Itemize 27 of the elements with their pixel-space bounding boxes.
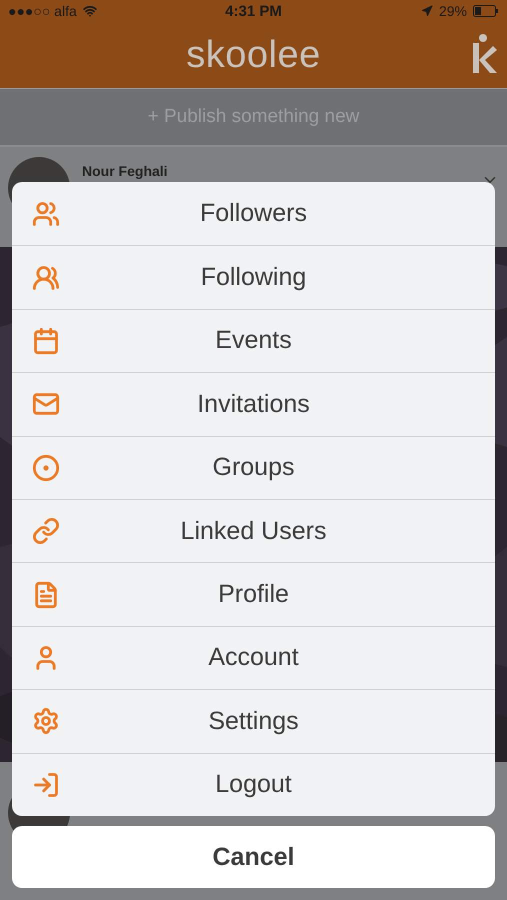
status-time: 4:31 PM: [225, 2, 282, 20]
link-icon: [32, 517, 60, 546]
menu-item[interactable]: Followers: [12, 182, 495, 246]
menu-item[interactable]: Events: [12, 308, 495, 372]
location-icon: [420, 5, 433, 17]
figure-icon[interactable]: [471, 34, 497, 74]
exit-icon: [32, 770, 60, 799]
menu-item[interactable]: Linked Users: [12, 498, 495, 562]
battery-icon: [472, 5, 499, 17]
menu-item[interactable]: Profile: [12, 562, 495, 626]
menu-item[interactable]: Following: [12, 245, 495, 309]
menu-item[interactable]: Logout: [12, 752, 495, 816]
people-icon: [32, 200, 60, 228]
menu-item[interactable]: Account: [12, 626, 495, 690]
people-icon: [32, 264, 60, 292]
calendar-icon: [32, 326, 60, 355]
menu-item[interactable]: Invitations: [12, 372, 495, 436]
app-logo: skoolee: [186, 34, 321, 76]
carrier-signal: ●●●○○ alfa: [8, 3, 77, 19]
cancel-button[interactable]: Cancel: [12, 826, 495, 888]
wifi-icon: [82, 4, 97, 18]
menu-item[interactable]: Settings: [12, 689, 495, 753]
author-name: Nour Feghali: [82, 163, 169, 179]
target-icon: [32, 454, 60, 482]
settings-icon: [32, 707, 60, 736]
menu-item[interactable]: Groups: [12, 436, 495, 499]
battery-percent: 29%: [438, 3, 467, 19]
